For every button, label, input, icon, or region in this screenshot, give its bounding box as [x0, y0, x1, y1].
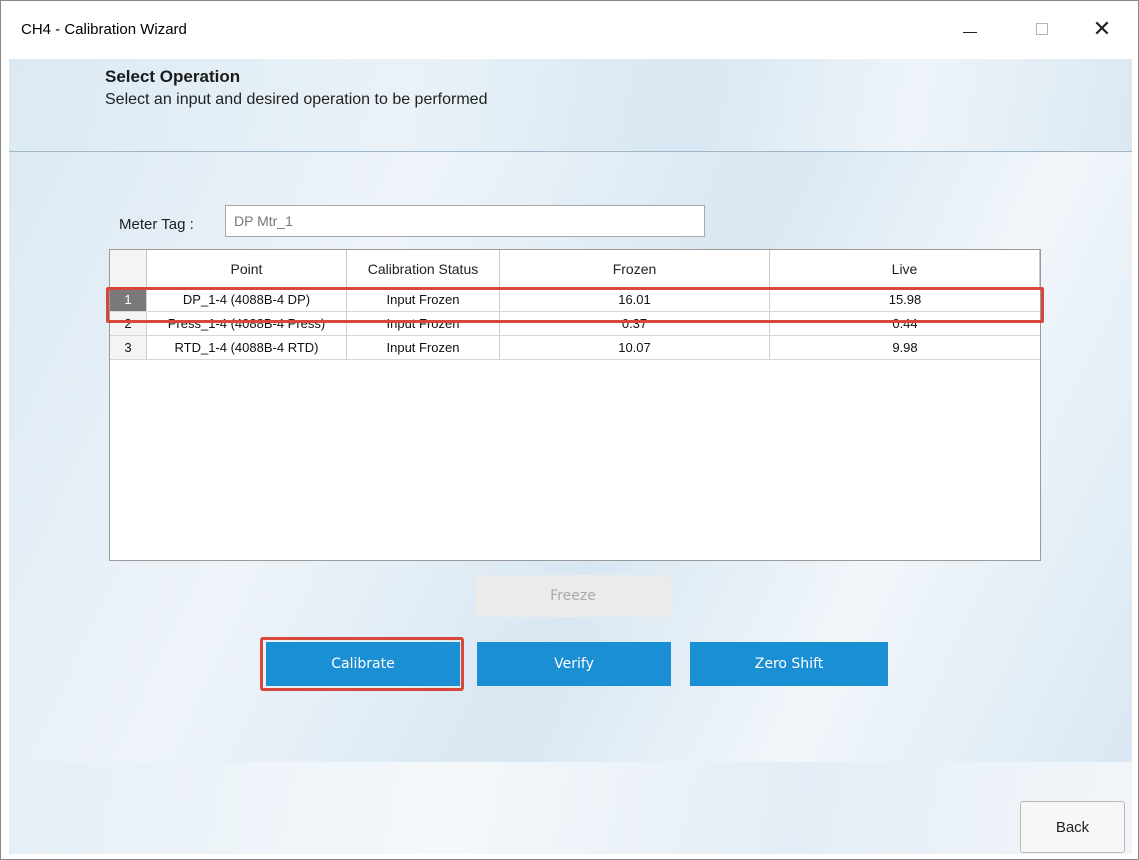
table-header: Point Calibration Status Frozen Live [110, 250, 1040, 289]
calibrate-button[interactable]: Calibrate [266, 642, 460, 686]
cell-frozen[interactable]: 0.37 [500, 312, 770, 335]
column-header-point[interactable]: Point [147, 250, 347, 288]
freeze-button: Freeze [476, 575, 670, 617]
verify-button[interactable]: Verify [477, 642, 671, 686]
cell-calibration-status[interactable]: Input Frozen [347, 336, 500, 359]
row-index[interactable]: 1 [110, 288, 147, 311]
cell-frozen[interactable]: 16.01 [500, 288, 770, 311]
row-header-corner [110, 250, 147, 288]
cell-point[interactable]: RTD_1-4 (4088B-4 RTD) [147, 336, 347, 359]
cell-live[interactable]: 0.44 [770, 312, 1040, 335]
table-row[interactable]: 2 Press_1-4 (4088B-4 Press) Input Frozen… [110, 312, 1040, 336]
title-bar: CH4 - Calibration Wizard ✕ [1, 1, 1138, 59]
calibration-wizard-window: CH4 - Calibration Wizard ✕ Select Operat… [0, 0, 1139, 860]
meter-tag-field[interactable] [225, 205, 705, 237]
column-header-frozen[interactable]: Frozen [500, 250, 770, 288]
wizard-footer [9, 762, 1132, 854]
cell-frozen[interactable]: 10.07 [500, 336, 770, 359]
wizard-header: Select Operation Select an input and des… [9, 59, 1132, 152]
cell-calibration-status[interactable]: Input Frozen [347, 312, 500, 335]
page-subtitle: Select an input and desired operation to… [105, 91, 488, 108]
table-row[interactable]: 3 RTD_1-4 (4088B-4 RTD) Input Frozen 10.… [110, 336, 1040, 360]
minimize-icon[interactable] [947, 11, 993, 47]
row-index[interactable]: 3 [110, 336, 147, 359]
meter-tag-label: Meter Tag : [119, 216, 194, 233]
cell-point[interactable]: Press_1-4 (4088B-4 Press) [147, 312, 347, 335]
cell-calibration-status[interactable]: Input Frozen [347, 288, 500, 311]
cell-point[interactable]: DP_1-4 (4088B-4 DP) [147, 288, 347, 311]
zero-shift-button[interactable]: Zero Shift [690, 642, 888, 686]
row-index[interactable]: 2 [110, 312, 147, 335]
table-row[interactable]: 1 DP_1-4 (4088B-4 DP) Input Frozen 16.01… [110, 288, 1040, 312]
back-button[interactable]: Back [1020, 801, 1125, 853]
window-title: CH4 - Calibration Wizard [21, 21, 187, 38]
page-title: Select Operation [105, 67, 241, 86]
points-table: Point Calibration Status Frozen Live 1 D… [109, 249, 1041, 561]
column-header-live[interactable]: Live [770, 250, 1040, 288]
close-icon[interactable]: ✕ [1079, 11, 1125, 47]
cell-live[interactable]: 9.98 [770, 336, 1040, 359]
cell-live[interactable]: 15.98 [770, 288, 1040, 311]
maximize-icon[interactable] [1019, 11, 1065, 47]
column-header-calibration-status[interactable]: Calibration Status [347, 250, 500, 288]
